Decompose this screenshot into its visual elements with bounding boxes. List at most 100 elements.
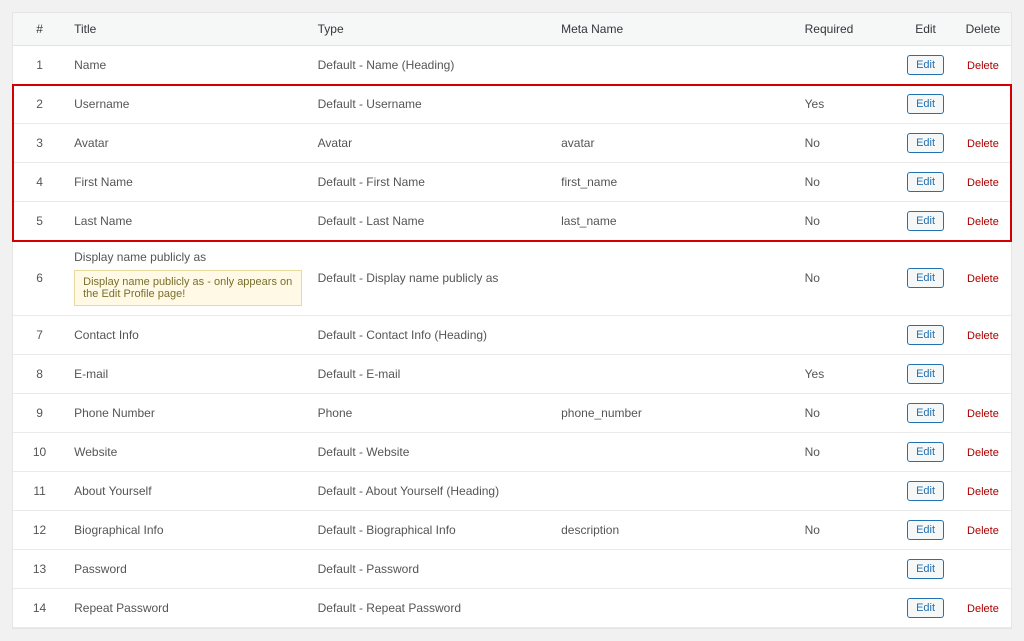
edit-button[interactable]: Edit [907, 481, 944, 501]
row-title: Biographical Info [66, 511, 310, 550]
col-header-meta: Meta Name [553, 13, 797, 46]
table-row: 8E-mailDefault - E-mailYesEdit [13, 355, 1011, 394]
edit-button[interactable]: Edit [907, 442, 944, 462]
row-required: No [797, 394, 897, 433]
row-meta [553, 550, 797, 589]
row-edit-cell: Edit [896, 85, 955, 124]
fields-container: # Title Type Meta Name Required Edit Del… [12, 12, 1012, 629]
row-delete-cell [955, 85, 1011, 124]
delete-link[interactable]: Delete [967, 603, 999, 615]
edit-button[interactable]: Edit [907, 133, 944, 153]
row-type: Default - Website [310, 433, 554, 472]
row-meta [553, 85, 797, 124]
row-delete-cell [955, 550, 1011, 589]
table-row: 5Last NameDefault - Last Namelast_nameNo… [13, 202, 1011, 241]
row-edit-cell: Edit [896, 202, 955, 241]
row-title: Phone Number [66, 394, 310, 433]
row-title: Username [66, 85, 310, 124]
col-header-edit: Edit [896, 13, 955, 46]
row-num: 8 [13, 355, 66, 394]
delete-link[interactable]: Delete [967, 138, 999, 150]
edit-button[interactable]: Edit [907, 364, 944, 384]
delete-link[interactable]: Delete [967, 408, 999, 420]
row-required: Yes [797, 85, 897, 124]
delete-link[interactable]: Delete [967, 60, 999, 72]
row-delete-cell: Delete [955, 46, 1011, 85]
edit-button[interactable]: Edit [907, 559, 944, 579]
edit-button[interactable]: Edit [907, 325, 944, 345]
table-row: 3AvatarAvataravatarNoEditDelete [13, 124, 1011, 163]
row-edit-cell: Edit [896, 355, 955, 394]
row-title: E-mail [66, 355, 310, 394]
row-meta: first_name [553, 163, 797, 202]
row-delete-cell: Delete [955, 472, 1011, 511]
row-type: Phone [310, 394, 554, 433]
edit-button[interactable]: Edit [907, 598, 944, 618]
delete-link[interactable]: Delete [967, 447, 999, 459]
table-row: 1NameDefault - Name (Heading)EditDelete [13, 46, 1011, 85]
row-meta [553, 433, 797, 472]
row-type: Default - Biographical Info [310, 511, 554, 550]
row-type: Default - Name (Heading) [310, 46, 554, 85]
delete-link[interactable]: Delete [967, 216, 999, 228]
col-header-type: Type [310, 13, 554, 46]
edit-button[interactable]: Edit [907, 403, 944, 423]
row-num: 12 [13, 511, 66, 550]
row-edit-cell: Edit [896, 433, 955, 472]
delete-link[interactable]: Delete [967, 273, 999, 285]
row-num: 7 [13, 316, 66, 355]
row-required: No [797, 241, 897, 316]
col-header-required: Required [797, 13, 897, 46]
row-edit-cell: Edit [896, 163, 955, 202]
row-type: Default - First Name [310, 163, 554, 202]
row-num: 11 [13, 472, 66, 511]
delete-link[interactable]: Delete [967, 177, 999, 189]
row-delete-cell: Delete [955, 511, 1011, 550]
delete-link[interactable]: Delete [967, 486, 999, 498]
row-meta [553, 316, 797, 355]
table-row: 6Display name publicly asDisplay name pu… [13, 241, 1011, 316]
row-num: 13 [13, 550, 66, 589]
row-num: 3 [13, 124, 66, 163]
row-edit-cell: Edit [896, 472, 955, 511]
row-required: No [797, 202, 897, 241]
row-required: No [797, 511, 897, 550]
row-edit-cell: Edit [896, 394, 955, 433]
row-required: No [797, 433, 897, 472]
row-required [797, 316, 897, 355]
row-edit-cell: Edit [896, 550, 955, 589]
edit-button[interactable]: Edit [907, 55, 944, 75]
row-num: 5 [13, 202, 66, 241]
row-meta [553, 355, 797, 394]
row-edit-cell: Edit [896, 511, 955, 550]
row-delete-cell: Delete [955, 241, 1011, 316]
row-title: Display name publicly asDisplay name pub… [66, 241, 310, 316]
row-required [797, 46, 897, 85]
row-delete-cell: Delete [955, 202, 1011, 241]
row-delete-cell: Delete [955, 433, 1011, 472]
table-row: 7Contact InfoDefault - Contact Info (Hea… [13, 316, 1011, 355]
delete-link[interactable]: Delete [967, 330, 999, 342]
row-num: 1 [13, 46, 66, 85]
row-edit-cell: Edit [896, 589, 955, 628]
table-row: 13PasswordDefault - PasswordEdit [13, 550, 1011, 589]
edit-button[interactable]: Edit [907, 94, 944, 114]
row-title: Last Name [66, 202, 310, 241]
delete-link[interactable]: Delete [967, 525, 999, 537]
table-row: 10WebsiteDefault - WebsiteNoEditDelete [13, 433, 1011, 472]
col-header-title: Title [66, 13, 310, 46]
fields-table-wrap: # Title Type Meta Name Required Edit Del… [12, 12, 1012, 629]
row-num: 2 [13, 85, 66, 124]
edit-button[interactable]: Edit [907, 211, 944, 231]
row-meta [553, 589, 797, 628]
row-title: Password [66, 550, 310, 589]
row-delete-cell: Delete [955, 394, 1011, 433]
row-title: Contact Info [66, 316, 310, 355]
row-required [797, 589, 897, 628]
row-num: 6 [13, 241, 66, 316]
edit-button[interactable]: Edit [907, 268, 944, 288]
edit-button[interactable]: Edit [907, 520, 944, 540]
row-edit-cell: Edit [896, 316, 955, 355]
row-edit-cell: Edit [896, 124, 955, 163]
edit-button[interactable]: Edit [907, 172, 944, 192]
